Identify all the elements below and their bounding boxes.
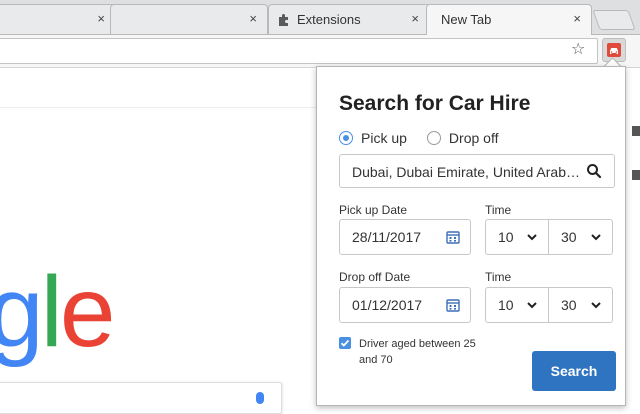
car-hire-popup: Search for Car Hire Pick up Drop off Dub… [316,66,626,406]
drop-off-date-input[interactable]: 01/12/2017 [339,287,471,323]
location-input[interactable]: Dubai, Dubai Emirate, United Arab Emirat… [339,154,615,188]
drop-off-hour-select[interactable]: 10 [485,287,549,323]
chevron-down-icon [591,234,601,241]
pick-up-hour-select[interactable]: 10 [485,219,549,255]
drop-off-date-value: 01/12/2017 [352,297,423,313]
puzzle-icon [279,14,288,26]
drop-off-hour-value: 10 [498,297,514,313]
popup-title: Search for Car Hire [339,92,531,115]
drop-off-label[interactable]: Drop off [449,130,499,146]
page-side-control-2 [632,170,640,180]
new-tab-button[interactable] [592,10,636,30]
chevron-down-icon [591,302,601,309]
tab-new-tab-title: New Tab [441,12,492,27]
tab-1-close-icon[interactable]: × [97,11,105,26]
calendar-icon[interactable] [446,230,460,244]
calendar-icon[interactable] [446,298,460,312]
browser-toolbar: ☆ [0,35,640,68]
pick-up-radio[interactable] [339,131,353,145]
search-button[interactable]: Search [532,351,616,391]
drop-off-time-label: Time [485,270,512,284]
tab-new-tab-close-icon[interactable]: × [573,11,581,26]
tab-2-close-icon[interactable]: × [249,11,257,26]
pick-up-date-label: Pick up Date [339,203,408,217]
drop-off-minute-value: 30 [561,297,577,313]
car-icon [607,43,621,57]
pick-up-date-input[interactable]: 28/11/2017 [339,219,471,255]
pick-up-date-value: 28/11/2017 [352,229,422,245]
location-value: Dubai, Dubai Emirate, United Arab Emirat… [352,164,580,180]
tab-extensions-title: Extensions [297,12,361,27]
chevron-down-icon [527,302,537,309]
pick-up-time-label: Time [485,203,512,217]
logo-letter-g: g [0,256,44,368]
bookmark-star-icon[interactable]: ☆ [571,39,585,59]
tab-new-tab[interactable]: New Tab × [426,4,592,35]
page-divider [0,107,318,108]
driver-age-label[interactable]: Driver aged between 25 and 70 [359,336,489,368]
tab-1[interactable]: × [0,4,116,34]
google-logo-fragment: gle [0,255,116,370]
page-side-control [632,126,640,136]
logo-letter-e: e [59,256,116,368]
tab-2[interactable]: × [110,4,268,34]
drop-off-minute-select[interactable]: 30 [549,287,613,323]
pickup-dropoff-toggle: Pick up Drop off [339,129,518,147]
drop-off-date-label: Drop off Date [339,270,411,284]
tab-extensions[interactable]: Extensions × [268,4,430,34]
tab-strip: × × Extensions × New Tab × [0,0,640,35]
chevron-down-icon [527,234,537,241]
microphone-icon[interactable] [256,392,264,404]
tab-extensions-close-icon[interactable]: × [411,11,419,26]
search-icon[interactable] [586,163,602,179]
google-search-box[interactable] [0,382,282,414]
checkmark-icon [340,339,350,347]
pick-up-minute-select[interactable]: 30 [549,219,613,255]
pick-up-hour-value: 10 [498,229,514,245]
pick-up-label[interactable]: Pick up [361,130,407,146]
address-bar[interactable] [0,38,598,64]
driver-age-checkbox[interactable] [339,337,351,349]
pick-up-minute-value: 30 [561,229,577,245]
drop-off-radio[interactable] [426,131,441,145]
logo-letter-l: l [40,256,63,368]
